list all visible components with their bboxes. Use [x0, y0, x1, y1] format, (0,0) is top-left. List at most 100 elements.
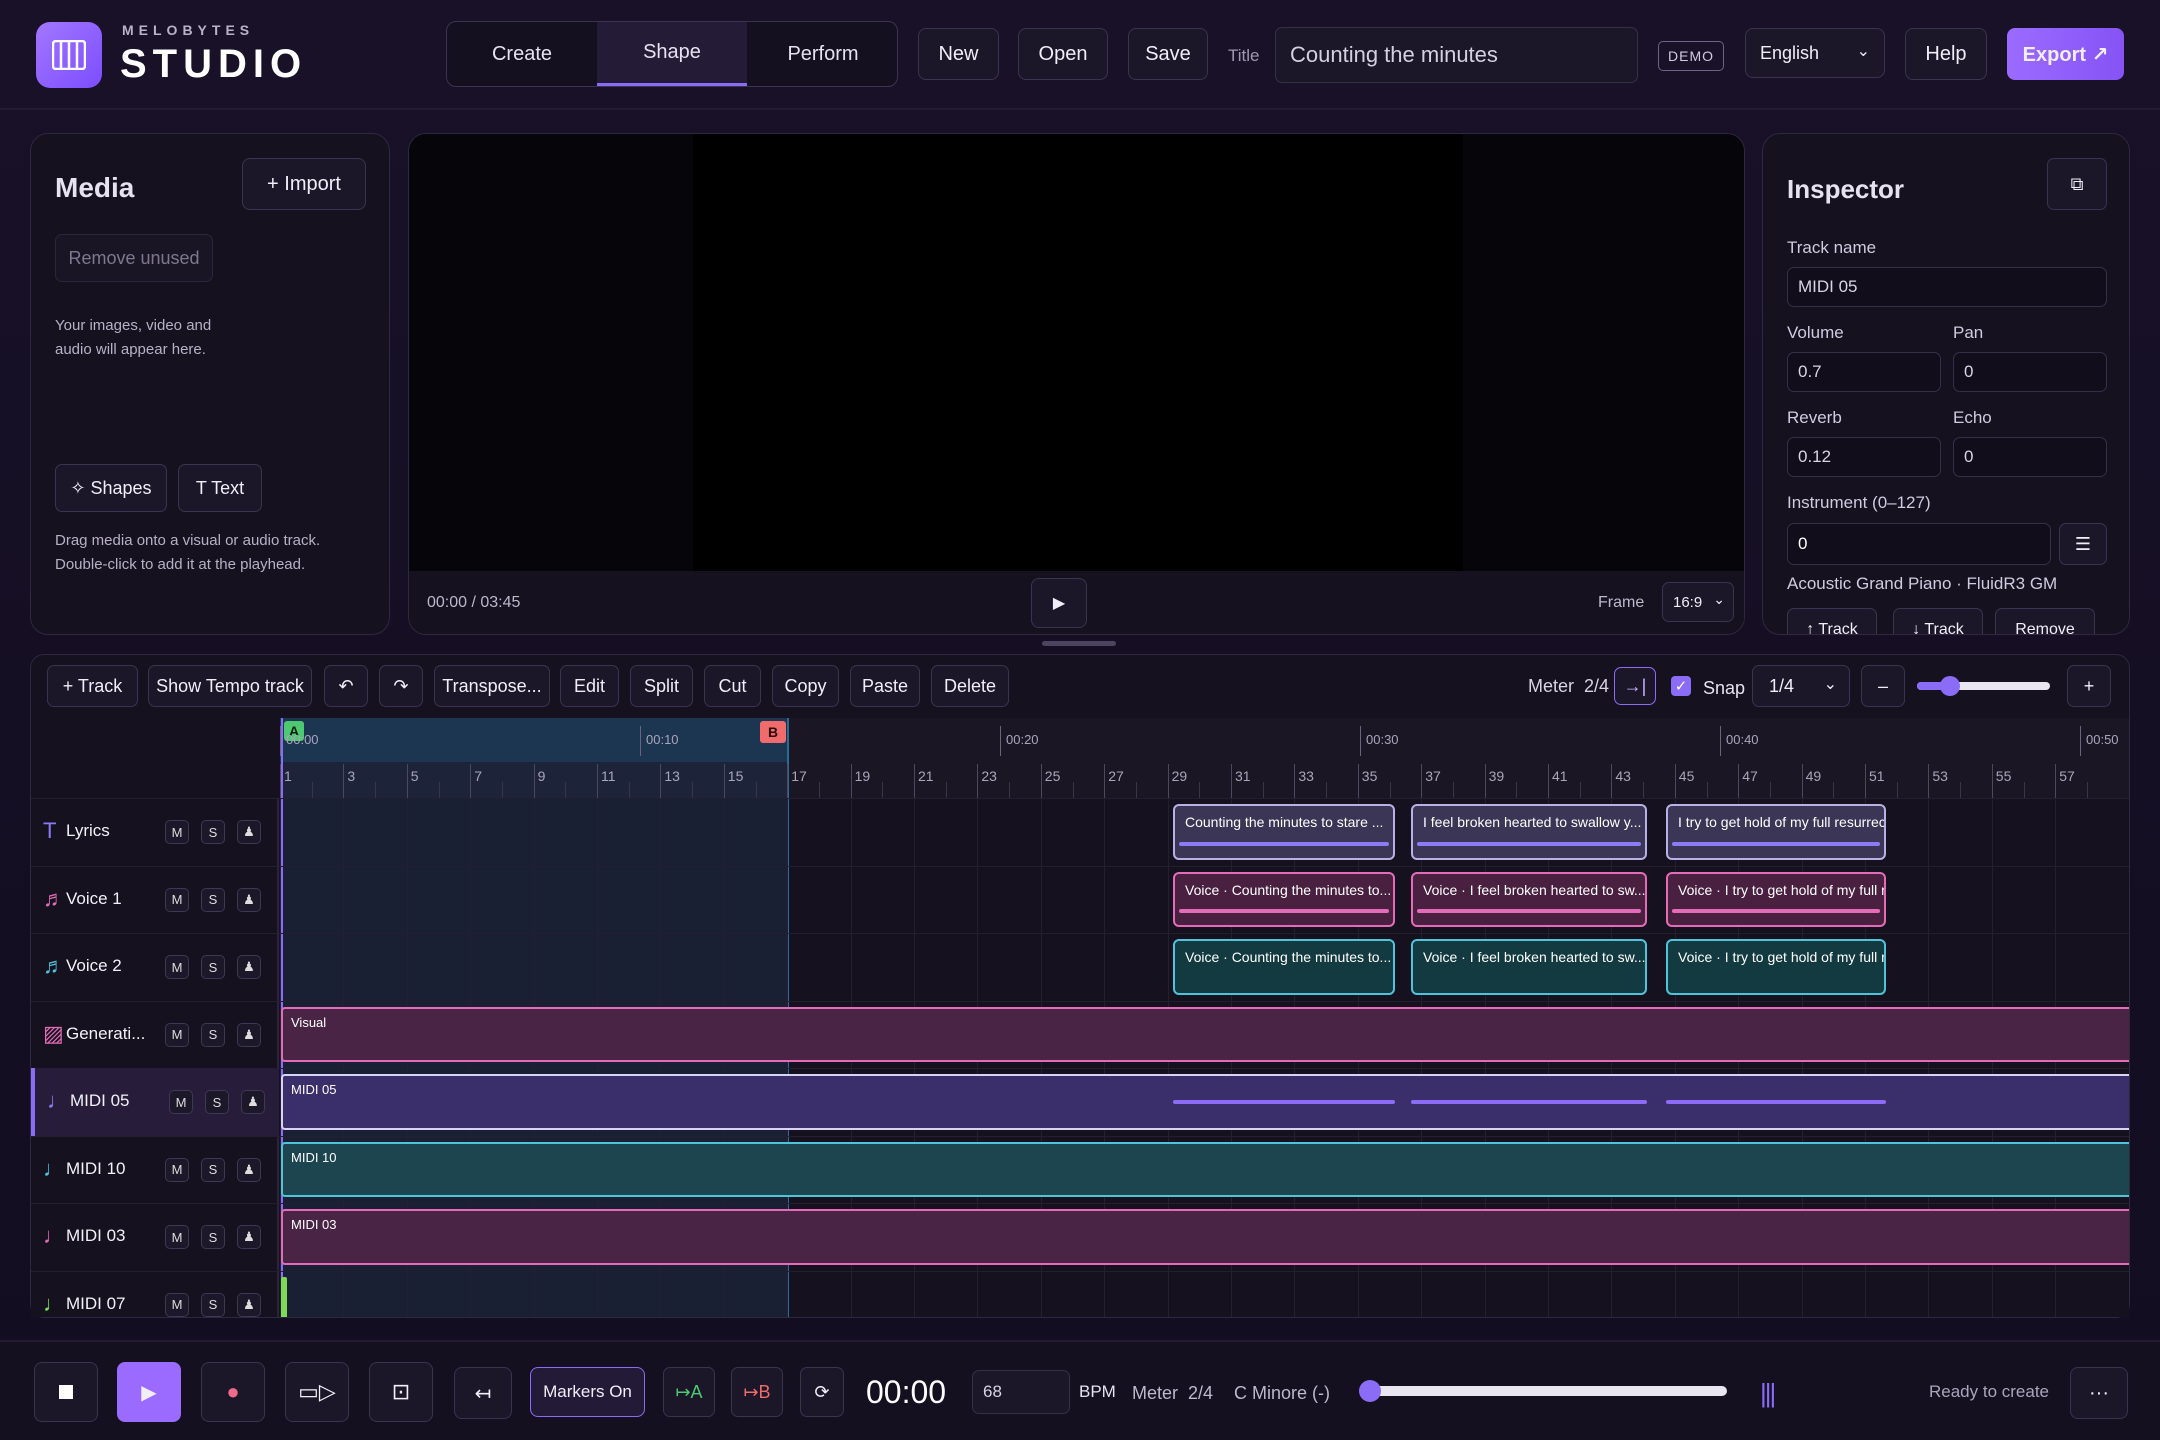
clip[interactable]: MIDI 10 — [281, 1141, 2129, 1197]
clip[interactable]: Voice · Counting the minutes to... — [1173, 871, 1395, 927]
record-button[interactable]: ● — [201, 1362, 265, 1422]
track-header[interactable]: ♩ MIDI 10 M S ♟ — [31, 1136, 279, 1204]
snap-to-end-button[interactable]: →| — [1614, 667, 1656, 705]
clip[interactable]: MIDI 03 — [281, 1209, 2129, 1265]
track-down-button[interactable]: ↓ Track — [1893, 608, 1983, 634]
help-button[interactable]: Help — [1905, 28, 1987, 80]
save-button[interactable]: Save — [1128, 28, 1208, 80]
open-button[interactable]: Open — [1018, 28, 1108, 80]
pan-input[interactable]: 0 — [1953, 352, 2107, 392]
more-button[interactable]: ··· — [2070, 1367, 2128, 1419]
track-arm-button[interactable]: ♟ — [237, 820, 261, 844]
play-button[interactable]: ▶ — [117, 1362, 181, 1422]
track-header[interactable]: ♬ Voice 1 M S ♟ — [31, 866, 279, 934]
track-mute-button[interactable]: M — [165, 1022, 189, 1047]
clip[interactable]: Visual — [281, 1006, 2129, 1062]
marker-b[interactable]: B — [760, 721, 786, 743]
text-button[interactable]: T Text — [178, 464, 262, 512]
track-mute-button[interactable]: M — [165, 1225, 189, 1249]
redo-button[interactable]: ↷ — [379, 665, 423, 707]
track-solo-button[interactable]: S — [201, 1022, 225, 1047]
set-a-button[interactable]: ↦A — [663, 1367, 715, 1417]
undo-button[interactable]: ↶ — [324, 665, 368, 707]
track-solo-button[interactable]: S — [201, 820, 225, 844]
split-button[interactable]: Split — [630, 665, 693, 707]
track-arm-button[interactable]: ♟ — [237, 1292, 261, 1317]
track-header[interactable]: ▨ Generati... M S ♟ — [31, 1001, 279, 1069]
set-b-button[interactable]: ↦B — [731, 1367, 783, 1417]
rewind-button[interactable]: ↤ — [454, 1367, 512, 1419]
new-button[interactable]: New — [918, 28, 999, 80]
track-solo-button[interactable]: S — [205, 1090, 229, 1114]
clip[interactable]: Voice · I feel broken hearted to sw... — [1411, 939, 1647, 995]
remove-track-button[interactable]: Remove — [1995, 608, 2095, 634]
track-header[interactable]: ♬ Voice 2 M S ♟ — [31, 933, 279, 1001]
reverb-input[interactable]: 0.12 — [1787, 437, 1941, 477]
language-select[interactable]: English ⌄ — [1745, 28, 1885, 78]
copy-button[interactable]: Copy — [772, 665, 839, 707]
tempo-track-button[interactable]: Show Tempo track — [148, 665, 312, 707]
edit-button[interactable]: Edit — [560, 665, 619, 707]
bpm-input[interactable]: 68 — [972, 1370, 1070, 1414]
master-volume-knob[interactable] — [1359, 1380, 1381, 1402]
tab-perform[interactable]: Perform — [747, 22, 897, 86]
inspector-popout-button[interactable]: ⧉ — [2047, 158, 2107, 210]
track-name-input[interactable]: MIDI 05 — [1787, 267, 2107, 307]
zoom-in-button[interactable]: + — [2067, 665, 2111, 707]
clip[interactable] — [281, 1276, 287, 1317]
track-arm-button[interactable]: ♟ — [237, 955, 261, 979]
track-mute-button[interactable]: M — [165, 1157, 189, 1182]
clip[interactable]: Voice · I try to get hold of my full r — [1666, 939, 1886, 995]
track-mute-button[interactable]: M — [169, 1090, 193, 1114]
volume-input[interactable]: 0.7 — [1787, 352, 1941, 392]
tab-create[interactable]: Create — [447, 22, 597, 86]
instrument-input[interactable]: 0 — [1787, 523, 2051, 565]
echo-input[interactable]: 0 — [1953, 437, 2107, 477]
track-mute-button[interactable]: M — [165, 955, 189, 979]
zoom-slider[interactable] — [1917, 676, 2050, 696]
title-input[interactable]: Counting the minutes — [1275, 27, 1638, 83]
tab-shape[interactable]: Shape — [597, 22, 747, 86]
clip[interactable]: I try to get hold of my full resurrec — [1666, 804, 1886, 860]
panel-resize-handle[interactable] — [1042, 641, 1116, 646]
clip[interactable]: Counting the minutes to stare ... — [1173, 804, 1395, 860]
track-up-button[interactable]: ↑ Track — [1787, 608, 1877, 634]
snap-checkbox[interactable]: ✓ — [1671, 676, 1691, 696]
cut-button[interactable]: Cut — [704, 665, 761, 707]
track-arm-button[interactable]: ♟ — [237, 1225, 261, 1249]
paste-button[interactable]: Paste — [850, 665, 920, 707]
zoom-out-button[interactable]: – — [1861, 665, 1905, 707]
track-solo-button[interactable]: S — [201, 955, 225, 979]
track-arm-button[interactable]: ♟ — [237, 887, 261, 912]
add-track-button[interactable]: + Track — [47, 665, 138, 707]
export-button[interactable]: Export ↗ — [2007, 28, 2124, 80]
clip[interactable]: I feel broken hearted to swallow y... — [1411, 804, 1647, 860]
shapes-button[interactable]: ✧ Shapes — [55, 464, 167, 512]
stop-button[interactable] — [34, 1362, 98, 1422]
loop-button[interactable]: ⟳ — [800, 1367, 844, 1417]
track-arm-button[interactable]: ♟ — [241, 1090, 265, 1114]
clip[interactable]: Voice · I feel broken hearted to sw... — [1411, 871, 1647, 927]
track-mute-button[interactable]: M — [165, 887, 189, 912]
track-arm-button[interactable]: ♟ — [237, 1022, 261, 1047]
track-solo-button[interactable]: S — [201, 1157, 225, 1182]
screen-record-button[interactable]: ⊡ — [369, 1362, 433, 1422]
remove-unused-button[interactable]: Remove unused — [55, 234, 213, 282]
track-mute-button[interactable]: M — [165, 1292, 189, 1317]
instrument-list-button[interactable]: ☰ — [2059, 523, 2107, 565]
frame-select[interactable]: 16:9 ⌄ — [1662, 582, 1734, 622]
snap-select[interactable]: 1/4 ⌄ — [1752, 665, 1850, 707]
track-header[interactable]: ♩ MIDI 03 M S ♟ — [31, 1203, 279, 1271]
camera-button[interactable]: ▭▷ — [285, 1362, 349, 1422]
track-header[interactable]: ♩ MIDI 05 M S ♟ — [31, 1068, 279, 1136]
transpose-button[interactable]: Transpose... — [434, 665, 550, 707]
preview-play-button[interactable]: ▶ — [1031, 578, 1087, 628]
track-mute-button[interactable]: M — [165, 820, 189, 844]
clip[interactable]: Voice · Counting the minutes to... — [1173, 939, 1395, 995]
master-volume-slider[interactable] — [1359, 1380, 1727, 1402]
clip[interactable]: Voice · I try to get hold of my full r — [1666, 871, 1886, 927]
markers-toggle[interactable]: Markers On — [530, 1367, 645, 1417]
track-solo-button[interactable]: S — [201, 1225, 225, 1249]
track-arm-button[interactable]: ♟ — [237, 1157, 261, 1182]
import-button[interactable]: + Import — [242, 158, 366, 210]
